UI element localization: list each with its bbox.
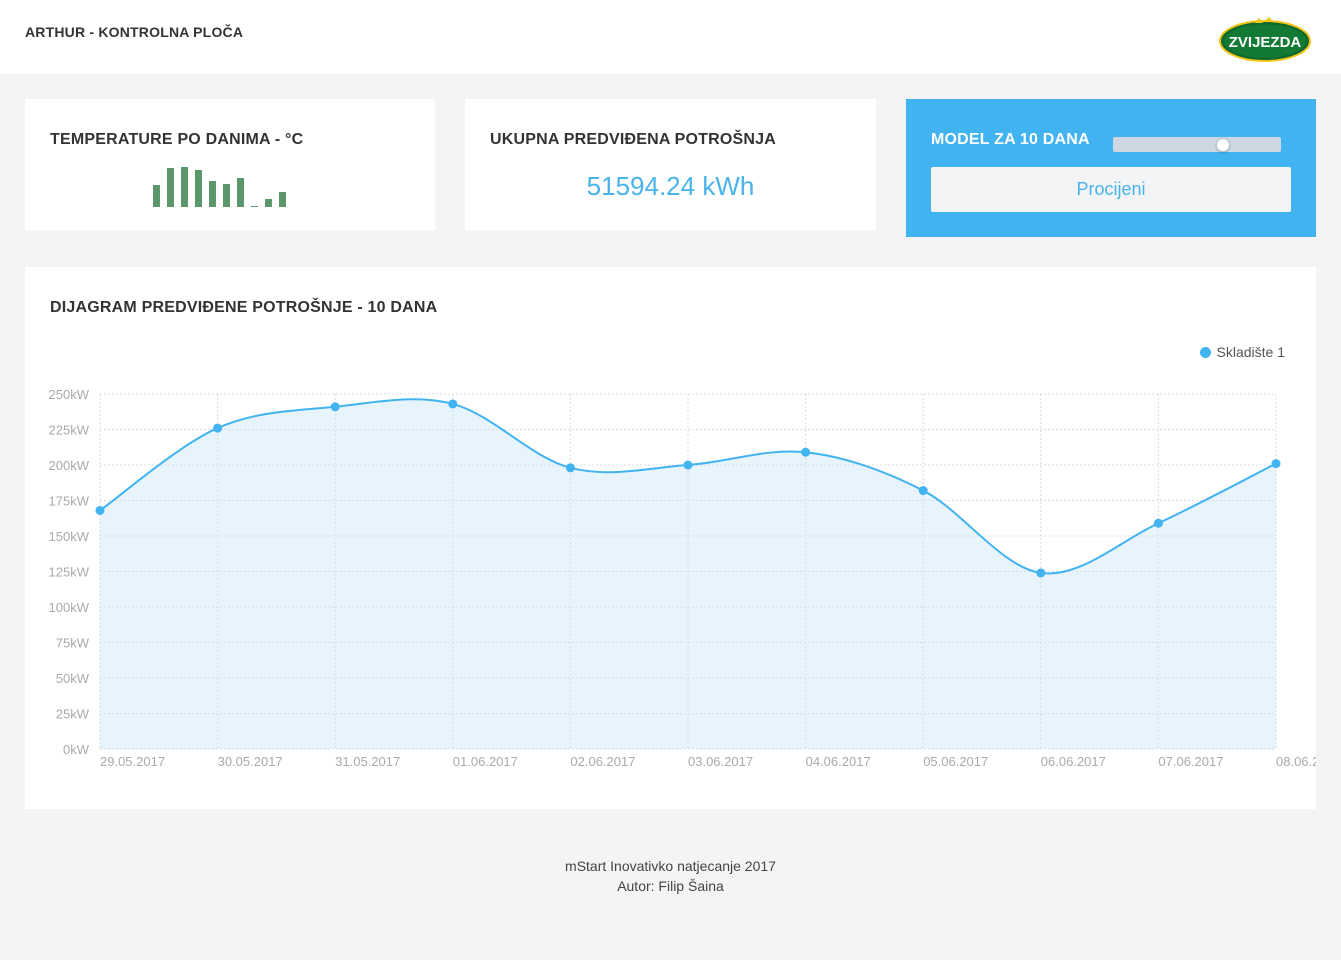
data-point [1153,518,1163,528]
x-tick-label: 29.05.2017 [100,754,165,769]
temperature-bar [167,168,174,207]
temperature-bar [195,170,202,207]
app-title: ARTHUR - KONTROLNA PLOČA [25,24,244,40]
y-tick-label: 225kW [49,423,90,438]
y-tick-label: 250kW [49,387,90,402]
footer: mStart Inovativko natjecanje 2017 Autor:… [0,856,1341,896]
temperature-bar [237,178,244,207]
temperature-bar [251,206,258,207]
estimate-button[interactable]: Procijeni [931,167,1291,212]
data-point [565,463,575,473]
temperature-bar [279,192,286,207]
y-tick-label: 125kW [49,565,90,580]
x-tick-label: 01.06.2017 [453,754,518,769]
model-card-title: MODEL ZA 10 DANA [931,131,1090,148]
data-point [95,505,105,515]
total-consumption-value: 51594.24 kWh [586,171,755,201]
model-days-slider[interactable] [1113,137,1281,152]
data-point [330,402,340,412]
data-point [213,423,223,433]
temperature-sparkline [153,165,303,207]
legend-label: Skladište 1 [1216,344,1285,360]
x-tick-label: 07.06.2017 [1158,754,1223,769]
data-point [1036,568,1046,578]
x-tick-label: 31.05.2017 [335,754,400,769]
chart-legend[interactable]: Skladište 1 [1199,344,1285,360]
consumption-area-chart: 0kW 25kW 50kW 75kW 100kW 125kW 150kW 175kW 200kW… [49,387,1316,769]
data-point [683,460,693,470]
x-tick-label: 05.06.2017 [923,754,988,769]
footer-author: Autor: Filip Šaina [617,878,724,894]
slider-thumb[interactable] [1216,138,1230,152]
y-tick-label: 75kW [56,636,90,651]
y-tick-label: 200kW [49,458,90,473]
y-tick-label: 100kW [49,600,90,615]
y-tick-label: 50kW [56,671,90,686]
temperature-card: TEMPERATURE PO DANIMA - °C [25,99,435,230]
temperature-bar [181,167,188,207]
data-point [448,399,458,409]
temperature-bar [223,184,230,207]
logo-text: ZVIJEZDA [1229,34,1302,51]
chart-title: DIJAGRAM PREDVIĐENE POTROŠNJE - 10 DANA [50,299,438,316]
top-bar: ARTHUR - KONTROLNA PLOČA ZVIJEZDA [0,0,1341,74]
zvijezda-logo[interactable]: ZVIJEZDA [1219,17,1311,62]
total-consumption-card: UKUPNA PREDVIĐENA POTROŠNJA 51594.24 kWh [465,99,876,230]
x-tick-label: 04.06.2017 [806,754,871,769]
data-point [1271,459,1281,469]
data-point [801,447,811,457]
model-card: MODEL ZA 10 DANA Procijeni [906,99,1316,237]
total-consumption-title: UKUPNA PREDVIĐENA POTROŠNJA [490,131,777,148]
footer-competition: mStart Inovativko natjecanje 2017 [565,858,776,874]
x-tick-label: 03.06.2017 [688,754,753,769]
y-tick-label: 25kW [56,707,90,722]
x-tick-label: 08.06.2017 [1276,754,1316,769]
y-tick-label: 150kW [49,529,90,544]
temperature-bar [209,181,216,207]
temperature-card-title: TEMPERATURE PO DANIMA - °C [50,131,304,148]
y-tick-label: 175kW [49,494,90,509]
y-tick-label: 0kW [63,742,90,757]
temperature-bar [265,199,272,207]
x-tick-label: 06.06.2017 [1041,754,1106,769]
data-point [918,486,928,496]
consumption-chart-card: 0kW 25kW 50kW 75kW 100kW 125kW 150kW 175kW 200kW… [25,267,1316,809]
x-tick-label: 02.06.2017 [570,754,635,769]
legend-marker [1199,346,1211,358]
x-tick-label: 30.05.2017 [218,754,283,769]
temperature-bar [153,185,160,207]
